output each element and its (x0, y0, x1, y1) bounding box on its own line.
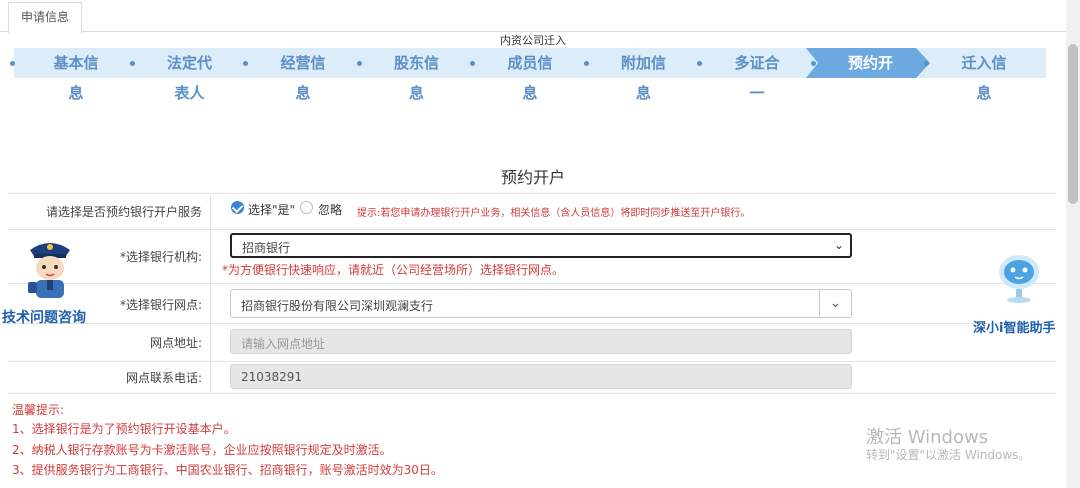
address-label: 网点地址: (149, 336, 202, 350)
step-7-label-cont: 一 (749, 84, 765, 102)
step-4-label-cont: 息 (408, 84, 424, 102)
step-1-label-cont: 息 (68, 84, 84, 102)
step-2-label[interactable]: 法定代 (145, 48, 235, 78)
tab-bar: 申请信息 (0, 0, 1066, 33)
tips-title: 温馨提示: (12, 403, 65, 417)
step-2-label-cont: 表人 (174, 84, 205, 102)
section-title: 预约开户 (500, 168, 565, 187)
step-separator-dot (356, 61, 362, 66)
page: 申请信息 内资公司迁入 基本信息 法定代表人 经营信息 股东信息 成员信息 附加信息 多证合… (0, 0, 1080, 488)
branch-select-value: 招商银行股份有限公司深圳观澜支行 (241, 299, 434, 313)
service-label: 请选择是否预约银行开户服务 (45, 205, 202, 219)
radio-ignore[interactable] (300, 201, 313, 214)
step-7-label[interactable]: 多证合 (712, 48, 802, 78)
radio-yes-label[interactable]: 选择"是" (248, 201, 295, 218)
service-hint: 提示:若您申请办理银行开户业务，相关信息（含人员信息）将即时同步推送至开户银行。 (357, 208, 751, 219)
step-1-label[interactable]: 基本信 (31, 48, 121, 78)
chevron-down-icon: ⌄ (833, 238, 844, 252)
step-9-label[interactable]: 迁入信 (939, 48, 1029, 78)
bank-select-value: 招商银行 (242, 241, 291, 255)
step-separator-dot (810, 61, 816, 66)
step-9-label-cont: 息 (976, 84, 992, 102)
robot-assistant-icon[interactable] (994, 252, 1044, 304)
tip-item: 2、纳税人银行存款账号为卡激活账号，企业应按照银行规定及时激活。 (12, 443, 392, 457)
step-separator-dot (129, 61, 135, 66)
label-divider (210, 195, 211, 393)
step-3-label-cont: 息 (295, 84, 311, 102)
step-separator-dot (583, 61, 589, 66)
step-4-label[interactable]: 股东信 (372, 48, 462, 78)
radio-ignore-label[interactable]: 忽略 (318, 201, 342, 218)
phone-value: 21038291 (241, 370, 303, 384)
phone-label: 网点联系电话: (125, 371, 202, 385)
step-5-label-cont: 息 (522, 84, 538, 102)
activation-watermark-subtitle: 转到"设置"以激活 Windows。 (866, 448, 1031, 462)
bank-select[interactable]: 招商银行 ⌄ (230, 233, 852, 258)
address-input[interactable]: 请输入网点地址 (230, 329, 852, 354)
address-placeholder: 请输入网点地址 (241, 337, 326, 351)
ai-assistant-label[interactable]: 深小i智能助手 (973, 317, 1055, 336)
scrollbar-thumb[interactable] (1068, 44, 1078, 204)
step-3-label[interactable]: 经营信 (258, 48, 348, 78)
branch-select[interactable]: 招商银行股份有限公司深圳观澜支行 ⌄ (230, 289, 852, 318)
step-separator-dot (10, 61, 15, 66)
form-row-end (8, 393, 1056, 394)
bank-hint: *为方便银行快速响应，请就近（公司经营场所）选择银行网点。 (222, 263, 565, 277)
step-6-label[interactable]: 附加信 (599, 48, 689, 78)
step-8-label[interactable]: 预约开 (826, 48, 916, 78)
flow-title: 内资公司迁入 (500, 34, 566, 47)
chevron-down-icon[interactable]: ⌄ (819, 290, 851, 317)
step-6-label-cont: 息 (635, 84, 651, 102)
police-mascot-icon[interactable] (24, 236, 76, 302)
tab-application-info[interactable]: 申请信息 (8, 2, 82, 33)
tip-item: 3、提供服务银行为工商银行、中国农业银行、招商银行，账号激活时效为30日。 (12, 463, 443, 477)
phone-input[interactable]: 21038291 (230, 364, 852, 389)
radio-yes[interactable] (231, 201, 244, 214)
tech-support-label[interactable]: 技术问题咨询 (2, 307, 86, 327)
step-5-label[interactable]: 成员信 (485, 48, 575, 78)
tip-item: 1、选择银行是为了预约银行开设基本户。 (12, 422, 236, 436)
